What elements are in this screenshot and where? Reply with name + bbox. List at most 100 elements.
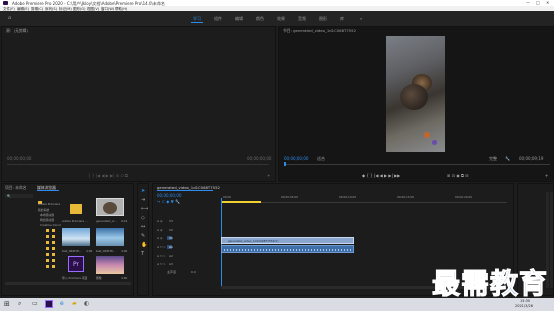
project-item-duration: 4;00	[121, 276, 128, 280]
tree-item[interactable]: Creative Cloud	[40, 223, 61, 227]
quality-dropdown[interactable]: 完整	[489, 156, 497, 162]
audio-clip[interactable]	[221, 245, 354, 253]
timeline-tool-icons[interactable]: ↪ ⊂ ◆ ▼ 🔧	[157, 199, 180, 204]
home-icon[interactable]: ⌂	[8, 15, 11, 21]
track-toggle-icons[interactable]: ▪ ◉	[157, 228, 163, 232]
hand-tool-icon[interactable]: ✋	[141, 242, 147, 248]
track-v3-label[interactable]: V3	[169, 219, 173, 223]
program-playhead[interactable]	[284, 162, 286, 166]
close-button[interactable]: ✕	[546, 0, 549, 5]
tree-item[interactable]: Adobe Premiere	[38, 202, 60, 206]
selection-tool-icon[interactable]: ➤	[141, 188, 145, 194]
tab-project[interactable]: 项目: 未命名	[5, 185, 26, 191]
program-transport-controls[interactable]: ◆ { } |◀ ◀ ▶ ▶| ▶▶	[362, 173, 400, 178]
media-browser-tab-indicator	[37, 190, 59, 191]
program-scrubber[interactable]	[284, 164, 550, 165]
timeline-ruler[interactable]	[221, 202, 507, 203]
razor-tool-icon[interactable]: ◇	[141, 215, 145, 221]
ruler-label: 00;00;10;00	[339, 195, 357, 199]
program-timecode[interactable]: 00;00;00;00	[284, 156, 308, 161]
image-thumbnail[interactable]	[96, 256, 124, 274]
video-clip-label: generated_video_1d1C068T7552(V)	[228, 239, 279, 243]
type-tool-icon[interactable]: T	[141, 251, 144, 257]
source-scrubber[interactable]	[7, 164, 269, 165]
source-monitor-panel: 源：(无剪辑) 00;00;00;00 00;00;00;00 { } |◀ ◀…	[1, 26, 276, 182]
video-subject-body	[400, 84, 428, 110]
tab-effects[interactable]: 效果	[277, 16, 285, 22]
program-panel-title[interactable]: 节目: generated_video_1d1C068T7552	[283, 28, 356, 34]
tools-panel: ➤ ⇥ ⟷ ◇ ↔ ✎ ✋ T	[137, 183, 149, 296]
settings-wrench-icon[interactable]: 🔧	[505, 156, 510, 161]
minimize-button[interactable]: —	[526, 0, 530, 5]
fit-dropdown[interactable]: 适合	[317, 156, 325, 162]
tree-folder-column	[52, 229, 55, 269]
track-v2-label[interactable]: V2	[169, 228, 173, 232]
track-toggle-icons[interactable]: ▪ ◉	[157, 219, 163, 223]
tree-folder-column	[46, 229, 49, 269]
app-taskbar-icon[interactable]: ◐	[84, 300, 89, 307]
file-explorer-icon[interactable]: ▰	[72, 300, 77, 307]
track-toggle-icons[interactable]: ▪ ◉	[157, 236, 163, 240]
tab-libraries[interactable]: 库	[340, 16, 344, 22]
ripple-tool-icon[interactable]: ⟷	[141, 206, 148, 212]
edge-icon[interactable]: e	[60, 300, 64, 307]
master-track-label[interactable]: 主声道	[167, 270, 176, 274]
master-volume-value[interactable]: 0.0	[191, 270, 196, 274]
clock-time[interactable]: 15:30	[520, 299, 530, 303]
track-a1-label[interactable]: A1	[169, 245, 173, 249]
clock-date[interactable]: 2021/3/26	[515, 304, 533, 308]
image-thumbnail[interactable]	[62, 228, 90, 246]
project-item-name[interactable]: 图像	[96, 276, 102, 280]
maximize-button[interactable]: □	[536, 0, 540, 5]
tab-graphics[interactable]: 图形	[319, 16, 327, 22]
project-item-duration: 9;19	[121, 219, 128, 223]
project-item-name[interactable]: test_0ZZI38...	[96, 249, 115, 253]
tree-item[interactable]: 我的系统	[38, 208, 49, 212]
premiere-logo-icon	[3, 1, 8, 5]
project-item-name[interactable]: generated_vi...	[96, 219, 117, 223]
tab-editing[interactable]: 编辑	[235, 16, 243, 22]
ruler-label: 00;00;05;00	[281, 195, 299, 199]
ruler-label: 00;00;15;00	[397, 195, 415, 199]
track-v1-label[interactable]: V1	[169, 236, 173, 240]
tree-item[interactable]: 网络驱动器	[40, 218, 54, 222]
track-toggle-icons[interactable]: ▪ M S	[157, 245, 165, 249]
project-item-duration: 4;00	[121, 249, 128, 253]
video-purple-object	[432, 140, 437, 145]
timeline-timecode[interactable]: 00;00;00;00	[157, 193, 181, 198]
task-view-icon[interactable]: ▭	[32, 300, 38, 307]
program-extra-controls[interactable]: ⊞ ⊡ ◉ ⧉ ⊟	[447, 173, 469, 178]
tab-color[interactable]: 颜色	[256, 16, 264, 22]
source-transport-controls[interactable]: { } |◀ ◀ ▶ ▶| ⊞ ⊡ ⧉	[88, 173, 128, 178]
premiere-taskbar-icon[interactable]	[45, 300, 53, 308]
work-area-bar[interactable]	[221, 201, 261, 203]
sequence-tab-indicator	[157, 190, 213, 191]
project-scrollbar[interactable]	[5, 282, 131, 285]
video-clip[interactable]: generated_video_1d1C068T7552(V)	[221, 237, 354, 244]
source-panel-title[interactable]: 源：(无剪辑)	[6, 28, 28, 34]
track-a2-label[interactable]: A2	[169, 254, 173, 258]
video-thumbnail[interactable]	[96, 198, 124, 216]
slip-tool-icon[interactable]: ↔	[141, 224, 145, 230]
tab-assembly[interactable]: 组件	[214, 16, 222, 22]
source-timecode-left[interactable]: 00;00;00;00	[7, 156, 31, 161]
program-add-button[interactable]: +	[545, 173, 548, 178]
project-item-name[interactable]: test_0ZZI38...	[62, 249, 81, 253]
search-icon: 🔍	[7, 194, 11, 198]
source-add-button[interactable]: +	[267, 173, 270, 178]
premiere-project-icon[interactable]: Pr	[68, 256, 84, 272]
project-item-name[interactable]: Adobe Premiere ...	[62, 219, 88, 223]
track-toggle-icons[interactable]: ▪ M S	[157, 262, 165, 266]
more-workspaces-button[interactable]: »	[360, 16, 362, 21]
pen-tool-icon[interactable]: ✎	[141, 233, 145, 239]
tree-item[interactable]: 本地驱动器	[40, 213, 54, 217]
audio-meter-right	[550, 192, 553, 288]
tab-audio[interactable]: 音频	[298, 16, 306, 22]
windows-start-icon[interactable]: ⊞	[4, 300, 10, 308]
search-icon[interactable]: ⌕	[18, 300, 21, 308]
project-item-name[interactable]: 导入 Premiere 项目	[62, 276, 87, 280]
track-select-tool-icon[interactable]: ⇥	[141, 197, 145, 203]
image-thumbnail[interactable]	[96, 228, 124, 246]
track-a3-label[interactable]: A3	[169, 262, 173, 266]
track-toggle-icons[interactable]: ▪ M S	[157, 254, 165, 258]
